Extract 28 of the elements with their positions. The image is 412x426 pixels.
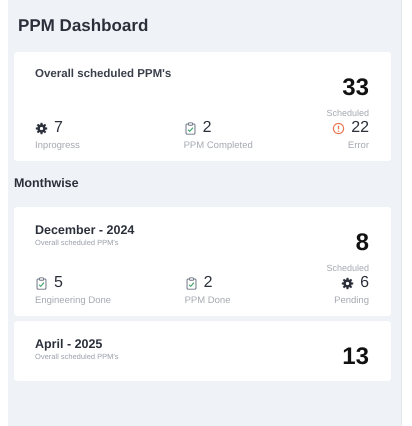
month-title: April - 2025 [35, 337, 104, 351]
stat-value: 22 [351, 119, 369, 137]
gear-icon [35, 122, 48, 134]
stat-label: Engineering Done [35, 295, 112, 306]
clipboard-icon [184, 276, 198, 290]
stat-value: 2 [202, 119, 212, 137]
gear-icon [341, 276, 354, 290]
clipboard-icon [35, 276, 48, 290]
total-count: 13 [342, 343, 369, 371]
stat-value: 2 [204, 274, 212, 292]
alert-icon [332, 122, 346, 134]
clipboard-icon [184, 122, 197, 134]
stat-label: Inprogress [35, 140, 81, 151]
total-label: Scheduled [326, 263, 369, 273]
total-count: 8 [356, 229, 369, 257]
stat-value: 7 [54, 119, 63, 137]
month-title: December - 2024 [35, 223, 134, 237]
stat-label: PPM Completed [184, 140, 254, 151]
stat-label: Pending [334, 295, 369, 306]
page-title: PPM Dashboard [17, 16, 150, 36]
card-title: Overall scheduled PPM's [35, 68, 172, 80]
stat-value: 6 [360, 274, 369, 292]
stat-label: Error [346, 140, 369, 151]
section-heading: Monthwise [14, 176, 80, 190]
total-count: 33 [342, 74, 369, 102]
stat-label: PPM Done [184, 295, 232, 306]
total-label: Scheduled [326, 108, 369, 118]
stat-value: 5 [54, 274, 63, 292]
